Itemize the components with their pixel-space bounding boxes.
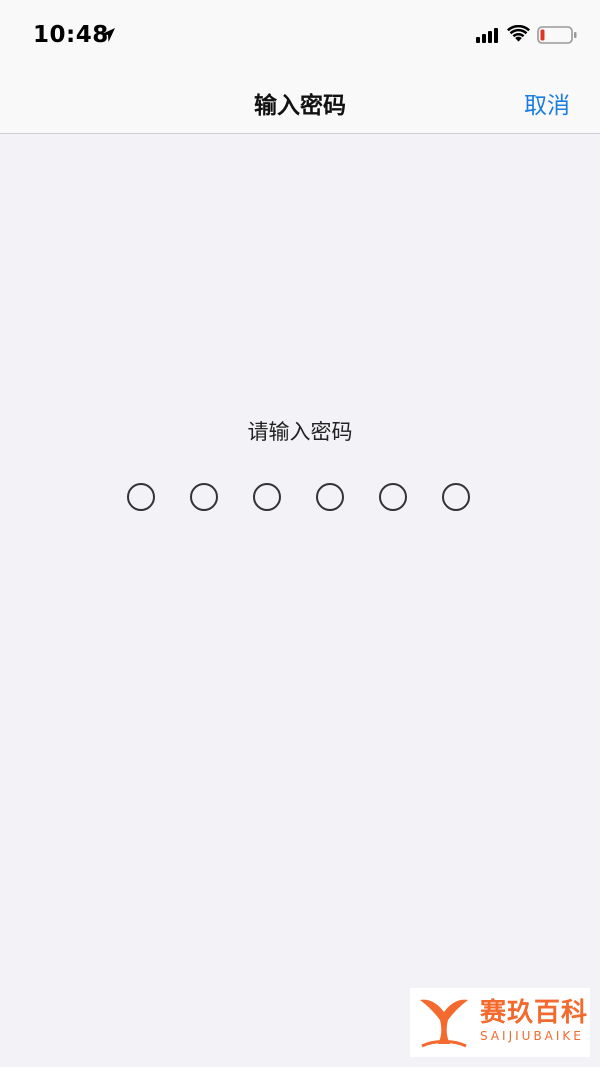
passcode-dot [253,483,281,511]
location-arrow-icon [101,28,115,42]
battery-low-icon [537,26,577,44]
page-title: 输入密码 [254,93,346,119]
passcode-prompt: 请输入密码 [247,420,353,444]
whale-tail-logo-icon [420,999,468,1048]
navigation-header: 10:48 输入密码 取消 [0,0,600,134]
status-bar: 10:48 [0,0,600,70]
passcode-dot [442,483,470,511]
cancel-button[interactable]: 取消 [524,86,570,120]
wifi-icon [507,25,530,42]
passcode-dots[interactable] [127,483,473,513]
passcode-dot [127,483,155,511]
cellular-signal-icon [476,28,498,43]
status-time: 10:48 [33,22,109,48]
watermark-text-cn: 赛玖百科 [480,998,589,1028]
passcode-dot [379,483,407,511]
watermark: 赛玖百科 SAIJIUBAIKE [410,988,590,1057]
passcode-dot [190,483,218,511]
passcode-dot [316,483,344,511]
watermark-text-en: SAIJIUBAIKE [480,1029,584,1043]
